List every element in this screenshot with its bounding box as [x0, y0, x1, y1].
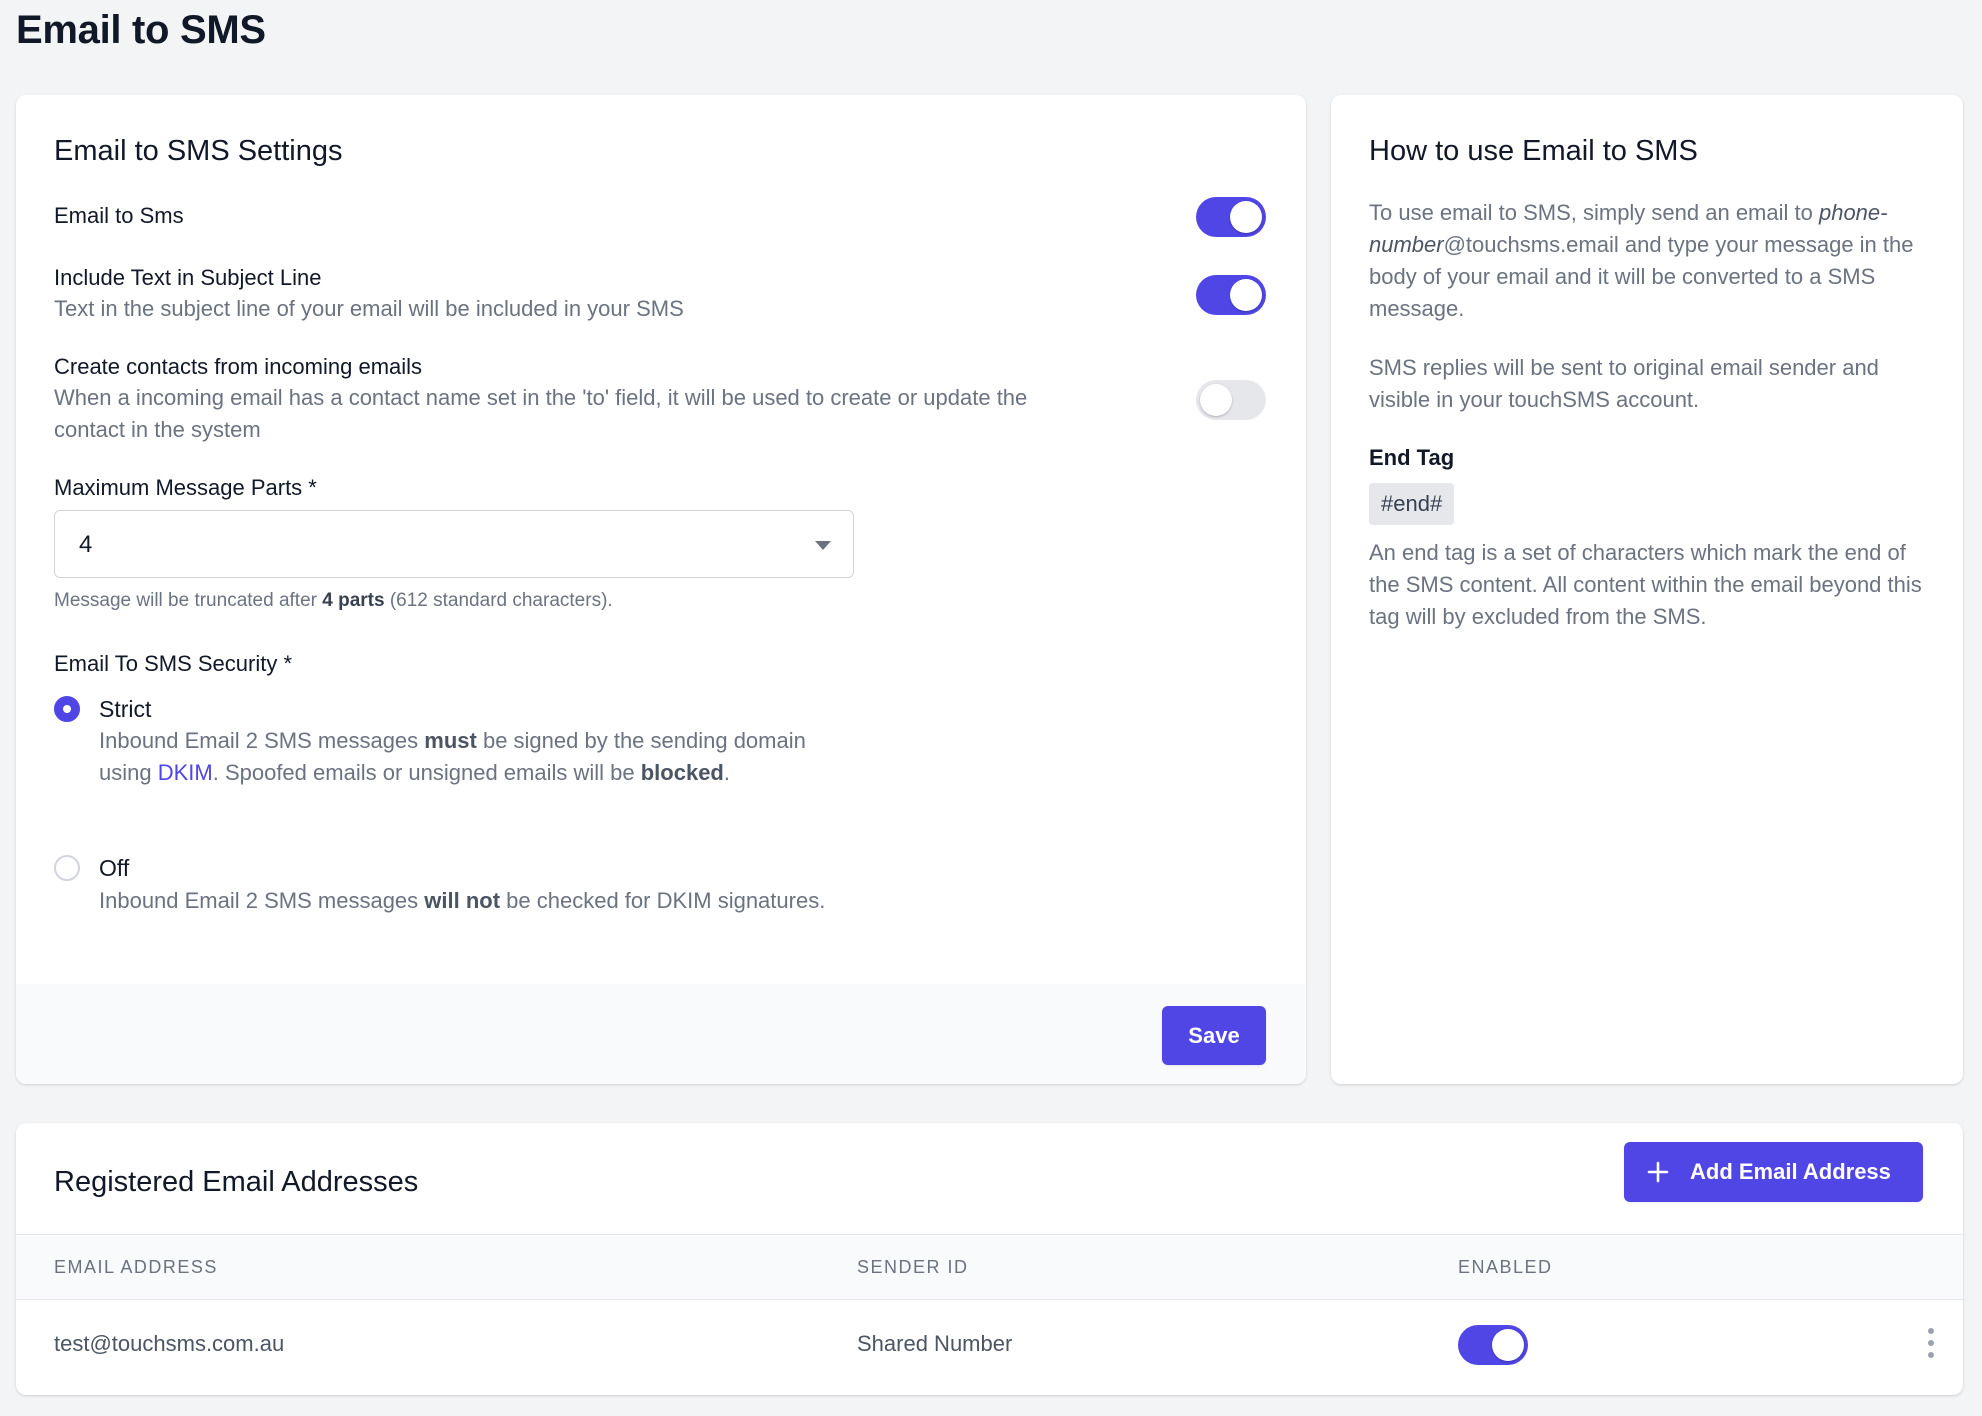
off-desc-part: Inbound Email 2 SMS messages [99, 888, 425, 913]
howto-p1-prefix: To use email to SMS, simply send an emai… [1369, 200, 1819, 225]
subject-line-label: Include Text in Subject Line [54, 265, 322, 290]
howto-card: How to use Email to SMS To use email to … [1331, 95, 1963, 1084]
registered-card: Registered Email Addresses Add Email Add… [16, 1123, 1963, 1395]
max-parts-hint-prefix: Message will be truncated after [54, 590, 323, 611]
off-desc-willnot: will not [424, 888, 501, 913]
strict-desc-blocked: blocked [640, 760, 724, 785]
subject-line-toggle[interactable] [1196, 275, 1266, 315]
security-label: Email To SMS Security * [54, 651, 293, 676]
max-parts-value: 4 [79, 531, 93, 558]
column-sender: SENDER ID [857, 1257, 969, 1277]
email-to-sms-label: Email to Sms [54, 203, 184, 228]
security-strict-radio[interactable] [54, 696, 80, 722]
security-strict-description: Inbound Email 2 SMS messages must be sig… [99, 725, 839, 789]
settings-card-title: Email to SMS Settings [54, 135, 343, 167]
registered-title: Registered Email Addresses [54, 1166, 419, 1198]
create-contacts-description-line1: When a incoming email has a contact name… [54, 385, 1028, 410]
add-email-label: Add Email Address [1690, 1159, 1891, 1184]
strict-desc-part: Inbound Email 2 SMS messages [99, 728, 425, 753]
more-vertical-icon[interactable] [1925, 1328, 1937, 1360]
email-to-sms-toggle[interactable] [1196, 197, 1266, 237]
toggle-knob [1230, 201, 1262, 233]
security-off-title: Off [99, 855, 130, 881]
row-enabled-toggle[interactable] [1458, 1325, 1528, 1365]
add-email-button[interactable]: Add Email Address [1624, 1142, 1923, 1202]
security-off-description: Inbound Email 2 SMS messages will not be… [99, 885, 839, 917]
howto-paragraph-2: SMS replies will be sent to original ema… [1369, 355, 1879, 412]
max-parts-label: Maximum Message Parts * [54, 475, 317, 500]
chevron-down-icon [815, 541, 831, 550]
max-parts-hint: Message will be truncated after 4 parts … [54, 590, 613, 612]
settings-footer [16, 984, 1306, 1084]
max-parts-select[interactable]: 4 [54, 510, 854, 578]
security-off-radio[interactable] [54, 855, 80, 881]
plus-icon [1647, 1161, 1669, 1183]
create-contacts-toggle[interactable] [1196, 380, 1266, 420]
save-button[interactable]: Save [1162, 1006, 1266, 1065]
howto-paragraph-1: To use email to SMS, simply send an emai… [1369, 197, 1929, 325]
strict-desc-must: must [424, 728, 477, 753]
security-strict-title: Strict [99, 696, 152, 722]
table-header: EMAIL ADDRESS SENDER ID ENABLED [16, 1234, 1963, 1300]
howto-title: How to use Email to SMS [1369, 135, 1698, 167]
create-contacts-description-line2: contact in the system [54, 417, 261, 442]
row-email: test@touchsms.com.au [54, 1331, 285, 1356]
subject-line-description: Text in the subject line of your email w… [54, 296, 684, 321]
create-contacts-label: Create contacts from incoming emails [54, 354, 423, 379]
toggle-knob [1230, 279, 1262, 311]
toggle-knob [1200, 384, 1232, 416]
page-title: Email to SMS [16, 8, 266, 52]
max-parts-hint-bold: 4 parts [322, 590, 385, 611]
max-parts-hint-suffix: (612 standard characters). [384, 590, 613, 611]
toggle-knob [1492, 1329, 1524, 1361]
end-tag-label: End Tag [1369, 445, 1455, 470]
strict-desc-part: . [723, 760, 730, 785]
column-enabled: ENABLED [1458, 1257, 1553, 1277]
end-tag-code: #end# [1369, 483, 1455, 525]
column-email: EMAIL ADDRESS [54, 1257, 218, 1277]
howto-paragraph-3: An end tag is a set of characters which … [1369, 540, 1922, 629]
howto-p1-suffix: @touchsms.email and type your message in… [1369, 232, 1914, 321]
off-desc-part: be checked for DKIM signatures. [500, 888, 826, 913]
dkim-link[interactable]: DKIM [158, 760, 213, 785]
row-sender: Shared Number [857, 1331, 1013, 1356]
strict-desc-part: . Spoofed emails or unsigned emails will… [212, 760, 641, 785]
